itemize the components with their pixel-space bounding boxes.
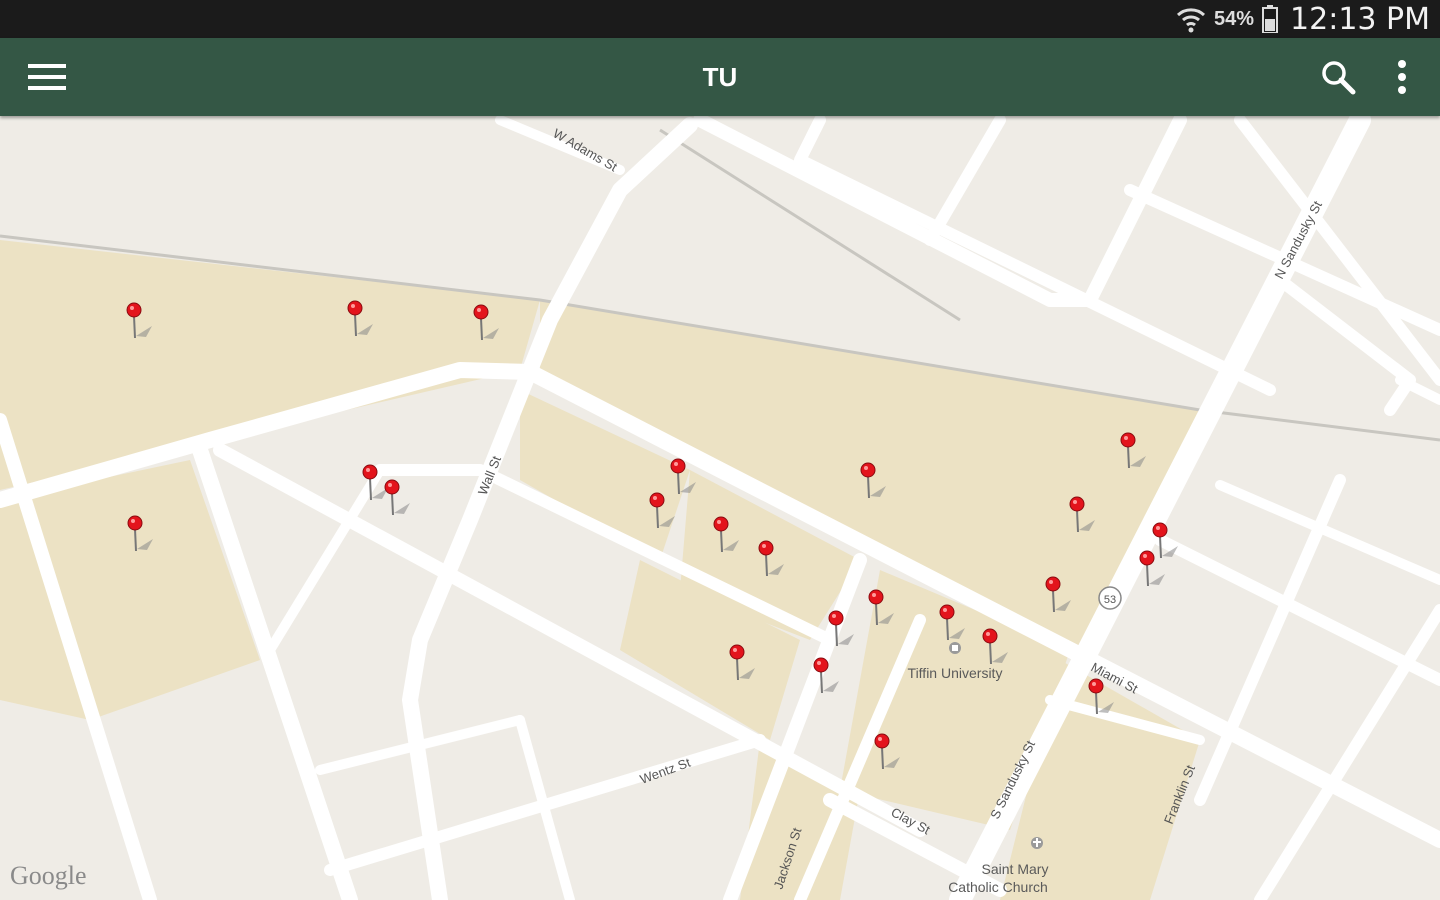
status-indicators: 54% 12:13 PM <box>1176 0 1430 38</box>
route-53-shield: 53 <box>1098 586 1122 610</box>
status-bar: 54% 12:13 PM <box>0 0 1440 38</box>
map-view[interactable]: W Adams St N Sandusky St Wall St Miami S… <box>0 116 1440 900</box>
map-canvas[interactable]: W Adams St N Sandusky St Wall St Miami S… <box>0 116 1440 900</box>
overflow-menu-icon <box>1398 60 1406 94</box>
poi-label-church: Saint Mary <box>982 861 1049 877</box>
poi-label-university: Tiffin University <box>908 665 1003 681</box>
clock: 12:13 PM <box>1290 1 1430 37</box>
university-icon <box>949 642 961 654</box>
overflow-menu-button[interactable] <box>1370 38 1434 116</box>
battery-percent: 54% <box>1214 7 1255 30</box>
search-icon <box>1322 61 1356 95</box>
church-icon <box>1031 837 1043 849</box>
search-button[interactable] <box>1306 38 1370 116</box>
google-attribution: Google <box>10 861 87 890</box>
app-toolbar: TU <box>0 38 1440 116</box>
wifi-icon <box>1176 8 1206 33</box>
poi-label-church: Catholic Church <box>948 879 1048 895</box>
route-number: 53 <box>1104 594 1116 606</box>
page-title: TU <box>702 62 738 92</box>
battery-icon <box>1262 5 1279 33</box>
